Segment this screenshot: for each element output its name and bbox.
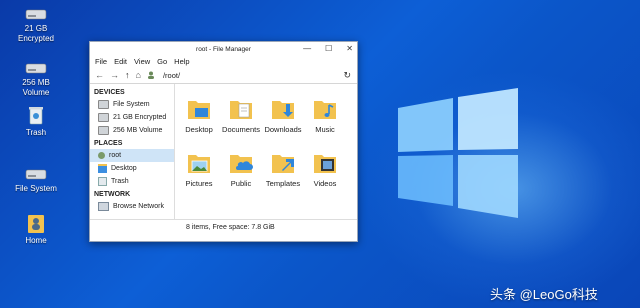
places-header: PLACES (94, 140, 123, 147)
menu-help[interactable]: Help (174, 57, 189, 66)
sidebar-item-filesystem[interactable]: File System (90, 98, 174, 111)
minimize-button[interactable]: — (303, 44, 311, 53)
desktop-icon-label: Trash (25, 128, 47, 137)
drive-icon (98, 100, 109, 109)
sidebar-item-encrypted[interactable]: 21 GB Encrypted (90, 111, 174, 124)
desktop-folder-icon (188, 101, 210, 119)
desktop-icon-label: 256 MB (22, 78, 50, 87)
home-folder-icon (28, 215, 44, 233)
folder-templates[interactable]: Templates (261, 150, 305, 188)
templates-folder-icon (272, 155, 294, 173)
title-bar[interactable]: root - File Manager — ☐ ✕ (90, 42, 357, 56)
trash-icon (98, 177, 107, 186)
file-label: Downloads (264, 125, 302, 134)
menu-view[interactable]: View (134, 57, 150, 66)
downloads-folder-icon (272, 101, 294, 119)
sidebar-item-label: Trash (111, 178, 129, 185)
folder-downloads[interactable]: Downloads (261, 96, 305, 134)
sidebar-item-label: File System (113, 101, 150, 108)
devices-header: DEVICES (94, 89, 125, 96)
menu-file[interactable]: File (95, 57, 107, 66)
toolbar: ← → ↑ ⌂ /root/ ↻ (90, 67, 357, 83)
desktop-icon-trash[interactable]: Trash (6, 104, 66, 138)
file-view: Desktop Documents Downloads Music Pictur… (175, 84, 357, 219)
sidebar-item-root[interactable]: root (90, 149, 174, 162)
folder-music[interactable]: Music (303, 96, 347, 134)
user-icon (98, 152, 105, 159)
home-icon[interactable]: ⌂ (136, 70, 141, 80)
drive-icon (25, 169, 47, 180)
menu-go[interactable]: Go (157, 57, 167, 66)
file-label: Videos (313, 179, 337, 188)
desktop-icon-volume[interactable]: 256 MB Volume (6, 60, 66, 98)
menu-bar: File Edit View Go Help (90, 56, 357, 67)
desktop-icon-label: Home (25, 236, 47, 245)
file-manager-window: root - File Manager — ☐ ✕ File Edit View… (89, 41, 358, 242)
sidebar-item-label: root (109, 152, 122, 159)
file-label: Documents (222, 125, 260, 134)
maximize-button[interactable]: ☐ (325, 44, 332, 53)
desktop-icon-filesystem[interactable]: File System (6, 166, 66, 194)
menu-edit[interactable]: Edit (114, 57, 127, 66)
music-folder-icon (314, 101, 336, 119)
up-arrow-icon[interactable]: ↑ (125, 70, 130, 80)
desktop-icon-encrypted[interactable]: 21 GB Encrypted (6, 6, 66, 44)
sidebar-item-label: 21 GB Encrypted (113, 114, 167, 121)
folder-documents[interactable]: Documents (219, 96, 263, 134)
reload-icon[interactable]: ↻ (343, 70, 351, 81)
network-icon (98, 202, 109, 211)
status-bar: 8 items, Free space: 7.8 GiB (90, 219, 357, 234)
drive-icon (25, 63, 47, 74)
desktop-icon-label: Volume (22, 88, 50, 97)
folder-pictures[interactable]: Pictures (177, 150, 221, 188)
file-label: Desktop (185, 125, 213, 134)
file-label: Music (315, 125, 335, 134)
sidebar-item-label: Desktop (111, 165, 137, 172)
sidebar-item-label: Browse Network (113, 203, 164, 210)
sidebar-item-trash[interactable]: Trash (90, 175, 174, 188)
sidebar: DEVICES File System 21 GB Encrypted 256 … (90, 84, 175, 219)
drive-icon (98, 126, 109, 135)
desktop-icon-home[interactable]: Home (6, 212, 66, 246)
sidebar-item-label: 256 MB Volume (113, 127, 163, 134)
file-label: Pictures (185, 179, 213, 188)
desktop-icon-label: 21 GB (24, 24, 48, 33)
sidebar-item-browse-network[interactable]: Browse Network (90, 200, 174, 213)
pictures-folder-icon (188, 155, 210, 173)
network-header: NETWORK (94, 191, 131, 198)
trash-icon (29, 107, 43, 125)
file-label: Public (230, 179, 252, 188)
folder-desktop[interactable]: Desktop (177, 96, 221, 134)
drive-icon (98, 113, 109, 122)
public-folder-icon (230, 155, 253, 173)
back-arrow-icon[interactable]: ← (95, 70, 104, 80)
status-text: 8 items, Free space: 7.8 GiB (186, 223, 275, 231)
close-button[interactable]: ✕ (346, 44, 353, 53)
user-icon (147, 71, 154, 79)
folder-public[interactable]: Public (219, 150, 263, 188)
path-bar[interactable]: /root/ (163, 71, 180, 80)
desktop-icon-label: Encrypted (17, 34, 55, 43)
file-label: Templates (265, 179, 301, 188)
windows-logo-icon (398, 88, 518, 218)
desktop-folder-icon (98, 164, 107, 173)
sidebar-item-desktop[interactable]: Desktop (90, 162, 174, 175)
window-title: root - File Manager (196, 45, 251, 53)
folder-videos[interactable]: Videos (303, 150, 347, 188)
desktop-icon-label: File System (15, 184, 57, 193)
videos-folder-icon (314, 155, 336, 173)
forward-arrow-icon[interactable]: → (110, 70, 119, 80)
watermark: 头条 @LeoGo科技 (490, 287, 598, 302)
sidebar-item-volume[interactable]: 256 MB Volume (90, 124, 174, 137)
drive-icon (25, 9, 47, 20)
documents-folder-icon (230, 101, 252, 119)
